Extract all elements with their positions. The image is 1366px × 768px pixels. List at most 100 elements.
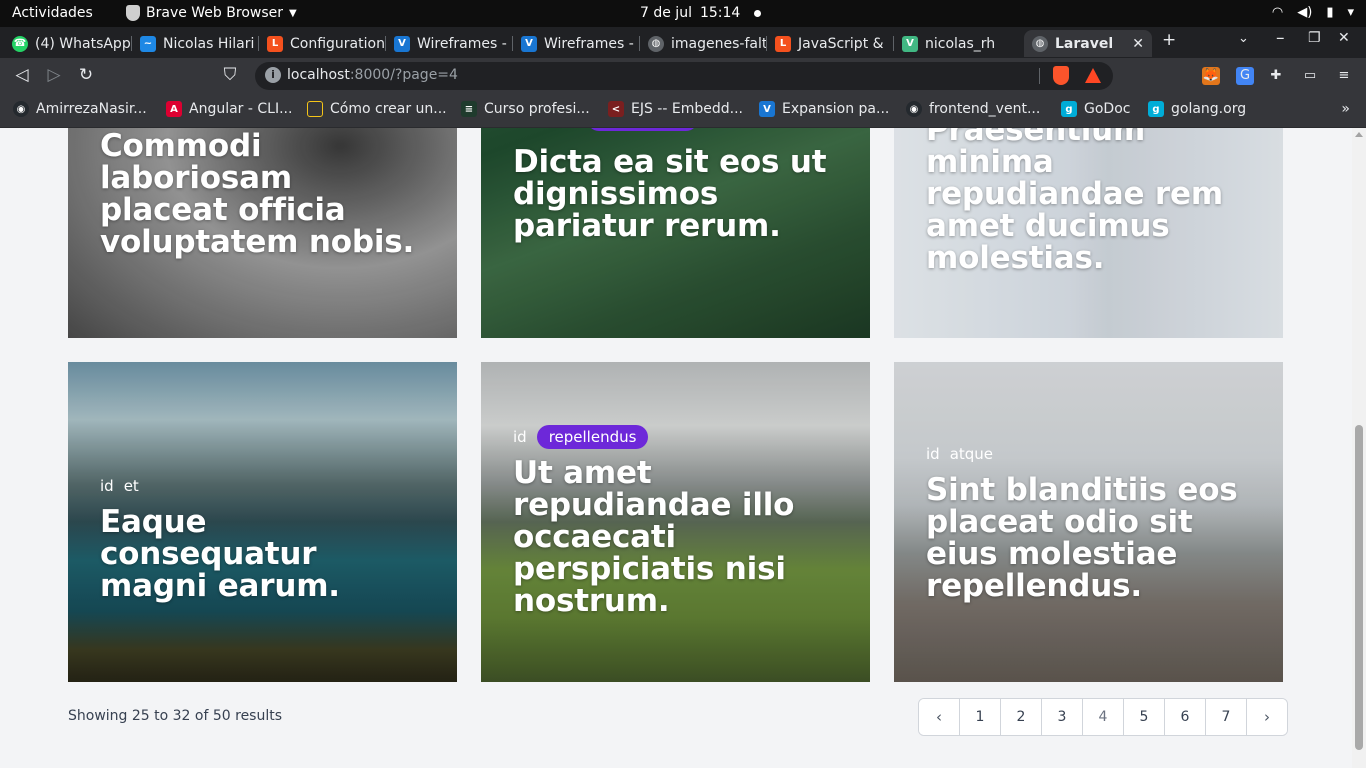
tag-list: id atque [926,443,993,465]
whatsapp-icon: ☎ [12,35,28,52]
tab-javascript[interactable]: L JavaScript & [767,30,894,57]
tab-imagenes[interactable]: ◍ imagenes-falt [640,30,767,57]
angular-icon: A [166,101,182,117]
post-title[interactable]: Commodi laboriosam placeat officia volup… [100,130,429,258]
page-button[interactable]: 1 [959,699,1000,735]
post-title[interactable]: Eaque consequatur magni earum. [100,506,429,602]
chevron-right-icon: › [1264,708,1270,726]
menu-icon[interactable]: ≡ [1335,67,1353,85]
close-window-icon[interactable]: ✕ [1338,30,1350,46]
brave-rewards-icon[interactable] [1085,68,1101,83]
tab-configuration[interactable]: L Configuration [259,30,386,57]
more-bookmarks-icon[interactable]: » [1341,101,1350,117]
vuetify-icon: V [759,101,775,117]
tab-nicolas[interactable]: ~ Nicolas Hilari [132,30,259,57]
bookmark-label: frontend_vent... [929,101,1041,117]
system-tray[interactable]: ◠ ◀) ▮ ▾ [1272,5,1354,20]
site-info-icon[interactable]: i [265,67,281,83]
post-title[interactable]: Praesentium minima repudiandae rem amet … [926,128,1255,274]
tag-list: tempore repellendus [513,128,699,131]
next-page-button[interactable]: › [1246,699,1287,735]
bookmark-item[interactable]: A Angular - CLI... [166,101,292,117]
tab-wireframes-1[interactable]: V Wireframes - [386,30,513,57]
system-top-bar: Actividades Brave Web Browser ▼ 7 de jul… [0,0,1366,27]
maximize-icon[interactable]: ❐ [1308,30,1321,46]
current-page: 4 [1082,699,1123,735]
forward-icon[interactable]: ▷ [43,65,65,85]
chevron-left-icon: ‹ [936,708,942,726]
tag[interactable]: et [124,475,139,497]
tab-search-icon[interactable]: ⌄ [1238,31,1249,46]
brave-shields-icon[interactable] [1053,66,1069,85]
post-card[interactable]: id et Eaque consequatur magni earum. [68,362,457,682]
bookmark-item[interactable]: ◉ frontend_vent... [906,101,1040,117]
bookmark-item[interactable]: g GoDoc [1061,101,1130,117]
tab-label: (4) WhatsApp [35,35,131,52]
metamask-icon[interactable]: 🦊 [1202,67,1220,85]
tab-strip: ☎ (4) WhatsApp ~ Nicolas Hilari L Config… [0,27,1366,58]
volume-icon: ◀) [1297,5,1313,20]
app-menu[interactable]: Brave Web Browser ▼ [126,5,297,21]
bookmark-item[interactable]: < EJS -- Embedd... [608,101,743,117]
bookmark-item[interactable]: V Expansion pa... [759,101,889,117]
tag[interactable]: id [513,426,527,448]
vuetify-icon: V [394,35,410,52]
post-title[interactable]: Ut amet repudiandae illo occaecati persp… [513,457,842,617]
post-card[interactable]: id repellendus Ut amet repudiandae illo … [481,362,870,682]
tab-nicolas-rh[interactable]: V nicolas_rh [894,30,1021,57]
tag[interactable]: id [100,475,114,497]
url-text[interactable]: localhost:8000/?page=4 [287,67,458,83]
page-scrollbar[interactable] [1352,128,1366,768]
page-button[interactable]: 7 [1205,699,1246,735]
prev-page-button[interactable]: ‹ [919,699,959,735]
tag-pill[interactable]: repellendus [536,425,649,449]
bookmark-icon[interactable]: ⛉ [219,65,241,85]
tag[interactable]: atque [950,443,993,465]
wallet-icon[interactable]: ▭ [1301,67,1319,85]
close-tab-icon[interactable]: ✕ [1132,36,1144,52]
bookmark-label: GoDoc [1084,101,1131,117]
gopher-icon: g [1148,101,1164,117]
post-card[interactable]: tempore repellendus Dicta ea sit eos ut … [481,128,870,338]
new-tab-icon[interactable]: + [1162,30,1176,50]
post-card[interactable]: id atque Sint blanditiis eos placeat odi… [894,362,1283,682]
date: 7 de jul [640,5,692,21]
minimize-icon[interactable]: – [1276,28,1285,48]
post-card[interactable]: Commodi laboriosam placeat officia volup… [68,128,457,338]
back-icon[interactable]: ◁ [11,65,33,85]
doc-icon: ≡ [461,101,477,117]
bookmark-label: Angular - CLI... [189,101,293,117]
clock[interactable]: 7 de jul 15:14 [640,5,762,21]
tab-wireframes-2[interactable]: V Wireframes - [513,30,640,57]
page-viewport: Commodi laboriosam placeat officia volup… [0,128,1352,768]
bookmark-item[interactable]: ≡ Curso profesi... [461,101,590,117]
tab-whatsapp[interactable]: ☎ (4) WhatsApp [4,30,132,57]
address-bar[interactable]: i localhost:8000/?page=4 [255,62,1113,90]
scroll-up-icon[interactable] [1355,132,1363,137]
bookmark-item[interactable]: g golang.org [1148,101,1246,117]
page-button[interactable]: 5 [1123,699,1164,735]
scrollbar-thumb[interactable] [1355,425,1363,750]
vue-icon: V [902,35,918,52]
bookmark-item[interactable]: Cómo crear un... [307,101,447,117]
tag-pill[interactable]: repellendus [586,128,699,131]
extensions-icon[interactable]: ✚ [1267,67,1285,85]
globe-icon: ◍ [648,35,664,52]
page-button[interactable]: 3 [1041,699,1082,735]
tag[interactable]: tempore [513,128,577,130]
tab-label: Wireframes - [544,35,634,52]
post-title[interactable]: Sint blanditiis eos placeat odio sit eiu… [926,474,1255,602]
tab-label: Laravel [1055,35,1114,52]
reload-icon[interactable]: ↻ [75,65,97,85]
post-title[interactable]: Dicta ea sit eos ut dignissimos pariatur… [513,146,842,242]
page-button[interactable]: 2 [1000,699,1041,735]
tag[interactable]: id [926,443,940,465]
results-summary: Showing 25 to 32 of 50 results [68,708,283,724]
activities-button[interactable]: Actividades [12,5,93,21]
translate-icon[interactable]: G [1236,67,1254,85]
tab-laravel-active[interactable]: ◍ Laravel ✕ [1024,30,1152,57]
post-card[interactable]: Praesentium minima repudiandae rem amet … [894,128,1283,338]
page-button[interactable]: 6 [1164,699,1205,735]
pagination: ‹ 1 2 3 4 5 6 7 › [918,698,1288,736]
bookmark-item[interactable]: ◉ AmirrezaNasir... [13,101,147,117]
